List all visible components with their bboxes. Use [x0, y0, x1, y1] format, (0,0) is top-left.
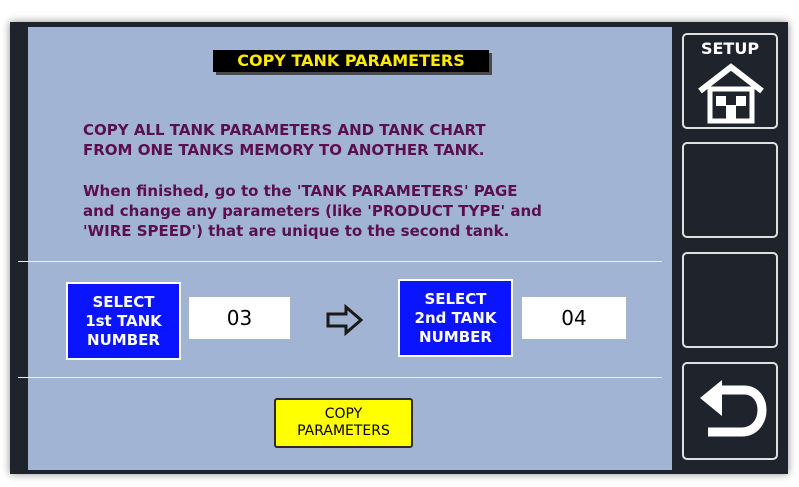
blank-side-button-1[interactable] — [682, 142, 778, 238]
select-first-tank-button[interactable]: SELECT 1st TANK NUMBER — [66, 282, 181, 360]
right-arrow-icon — [326, 303, 364, 337]
select-second-tank-button[interactable]: SELECT 2nd TANK NUMBER — [398, 279, 513, 357]
first-tank-number-field[interactable]: 03 — [189, 297, 290, 339]
instruction-finish-text: When finished, go to the 'TANK PARAMETER… — [83, 182, 542, 240]
divider-top — [18, 261, 662, 262]
copy-parameters-button[interactable]: COPY PARAMETERS — [274, 398, 413, 448]
blank-side-button-2[interactable] — [682, 252, 778, 348]
page-title: COPY TANK PARAMETERS — [213, 50, 489, 72]
setup-button[interactable]: SETUP — [682, 33, 778, 129]
divider-bottom — [18, 377, 662, 378]
second-tank-number-field[interactable]: 04 — [522, 297, 626, 339]
setup-label: SETUP — [700, 39, 760, 58]
return-arrow-icon — [700, 380, 767, 437]
instruction-copy-text: COPY ALL TANK PARAMETERS AND TANK CHART … — [83, 121, 486, 159]
house-icon — [698, 63, 764, 124]
back-button[interactable] — [682, 362, 778, 460]
